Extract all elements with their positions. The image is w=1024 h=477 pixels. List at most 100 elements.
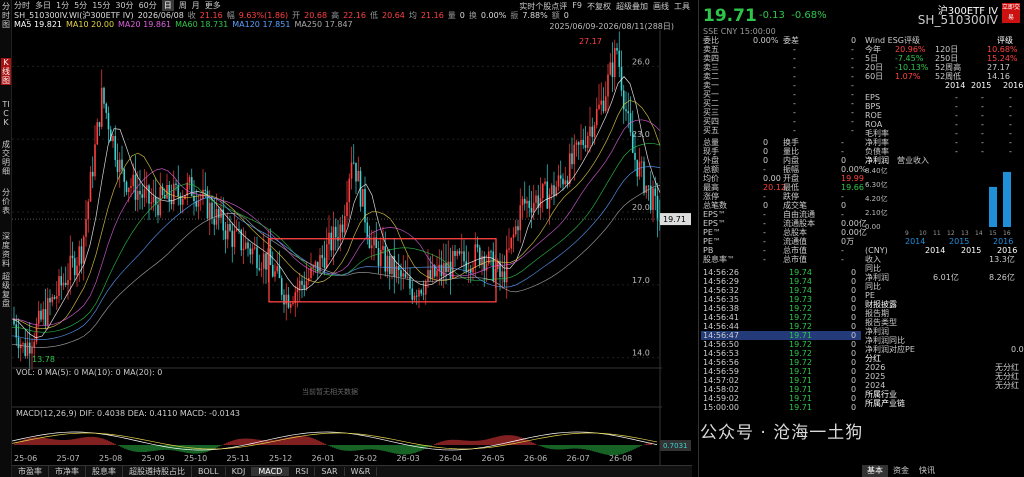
sidebar-item-1[interactable]: K线图: [1, 58, 11, 85]
quote-code: SH_510300IV: [917, 13, 998, 27]
cell: Wind ESG评级: [865, 36, 920, 45]
price-chart[interactable]: 26.023.020.017.014.027.1713.7819.71VOL: …: [12, 30, 695, 477]
candle-body: [64, 282, 67, 286]
info-low-label: 低: [369, 10, 378, 20]
right-tab-2[interactable]: 快讯: [914, 465, 940, 477]
indicator-tab-9[interactable]: W&R: [345, 467, 378, 476]
candle-body: [517, 226, 519, 231]
candle-body: [226, 224, 229, 240]
buy-row: 买一 - -: [701, 90, 861, 99]
cell: 最高: [703, 183, 719, 192]
cell: 15.24%: [987, 54, 1018, 63]
indicator-tab-0[interactable]: 市盈率: [12, 466, 49, 477]
report-row: 净利润: [863, 327, 1023, 336]
sidebar-item-3[interactable]: 成交明细: [1, 140, 11, 176]
right-panel: 19.71 -0.13 -0.68% SSE CNY 15:00:00 沪300…: [698, 0, 1024, 477]
candle-body: [557, 175, 560, 187]
candle-body: [105, 103, 108, 113]
sidebar-item-2[interactable]: TICK: [1, 100, 11, 127]
candle-body: [406, 276, 409, 278]
info-amt-label: 额: [551, 10, 560, 20]
cell: -: [793, 45, 796, 54]
more-row: 所属产业链: [863, 399, 1023, 408]
cell: (CNY): [865, 246, 888, 255]
cell: 所属产业链: [865, 399, 905, 408]
candle-body: [415, 295, 418, 297]
cell: 19.74: [789, 277, 812, 286]
right-tab-0[interactable]: 基本: [862, 465, 888, 477]
candle-body: [224, 230, 227, 240]
cell: 19.72: [789, 322, 812, 331]
sidebar-item-5[interactable]: 深度资料: [1, 232, 11, 268]
period-tab-10[interactable]: 更多: [205, 0, 221, 11]
period-tab-8[interactable]: 周: [179, 0, 187, 11]
cell: 收入: [865, 255, 881, 264]
indicator-tab-5[interactable]: KDJ: [226, 467, 253, 476]
candle-body: [382, 246, 384, 250]
quote-price: 19.71: [703, 6, 757, 26]
candle-body: [319, 254, 321, 272]
stat-row: 外盘 0 内盘 0: [701, 156, 861, 165]
candle-body: [535, 195, 537, 203]
stat-row: 最高 20.12 最低 19.66: [701, 183, 864, 192]
sidebar-item-4[interactable]: 分价表: [1, 188, 11, 215]
cell: -: [763, 255, 766, 264]
candle-body: [298, 280, 301, 289]
cell: ROE: [865, 111, 882, 120]
bar-tick: 0.00: [865, 223, 881, 231]
cell: 买四: [703, 117, 719, 126]
candle-body: [483, 256, 486, 271]
cell: 0: [851, 367, 857, 376]
cell: 振幅: [783, 165, 799, 174]
ma-label: MA60: [175, 20, 201, 29]
candle-body: [591, 126, 594, 137]
cell: 0: [763, 147, 769, 156]
period-tab-7[interactable]: 日: [161, 0, 174, 11]
cell: -: [793, 108, 796, 117]
trade-now-button[interactable]: 立即交易: [1002, 3, 1020, 23]
indicator-tab-4[interactable]: BOLL: [192, 467, 226, 476]
cell: 0: [851, 286, 857, 295]
cell: 19.72: [789, 340, 812, 349]
period-tab-6[interactable]: 60分: [139, 0, 157, 11]
cell: 同比: [865, 282, 881, 291]
candle-body: [532, 202, 535, 213]
profit-bar-chart: 8.40亿 6.30亿 4.20亿 2.10亿 0.00 9 10 11 12 13 14 15 16: [865, 166, 1011, 237]
cell: 换手: [783, 138, 799, 147]
cell: 19.72: [789, 349, 812, 358]
bar-years: 2014 2015 2016: [863, 237, 1023, 246]
candle-body: [647, 185, 650, 187]
candle-body: [94, 144, 96, 177]
info-close: 21.16: [199, 10, 223, 20]
indicator-tab-7[interactable]: RSI: [289, 467, 316, 476]
candle-body: [640, 161, 643, 163]
candle-body: [51, 296, 54, 303]
candle-body: [37, 310, 40, 324]
right-tab-1[interactable]: 资金: [888, 465, 914, 477]
cell: BPS: [865, 102, 881, 111]
bar-x: 14: [975, 230, 983, 235]
candle-body: [411, 288, 414, 300]
sidebar-item-0[interactable]: 分时图: [1, 2, 11, 29]
cell: -: [793, 99, 796, 108]
bar-x: 15: [989, 230, 997, 235]
indicator-tab-2[interactable]: 股息率: [86, 466, 123, 477]
indicator-tab-1[interactable]: 市净率: [49, 466, 86, 477]
cell: 0: [851, 313, 857, 322]
indicator-tab-6[interactable]: MACD: [252, 467, 290, 476]
cell: 报告期: [865, 309, 889, 318]
trading-terminal: 分时图 K线图 TICK 成交明细 分价表 深度资料 超级复盘 分时 多日 1分 5分 15分 30分…: [0, 0, 1024, 477]
tick-row: 14:56:35 19.73 0: [701, 295, 861, 304]
candle-body: [656, 195, 659, 221]
ma-legend-item: MA120 17.851: [232, 20, 290, 30]
indicator-tab-8[interactable]: SAR: [315, 467, 345, 476]
candle-body: [134, 174, 137, 200]
info-low: 20.64: [381, 10, 405, 20]
report-row: 净利润同比: [863, 336, 1023, 345]
indicator-tab-3[interactable]: 超股遴持股占比: [123, 466, 192, 477]
cell: -: [955, 138, 958, 147]
bar-x: 16: [1003, 230, 1011, 235]
sidebar-item-6[interactable]: 超级复盘: [1, 272, 11, 308]
cell: 14:56:53: [703, 349, 739, 358]
candle-body: [55, 295, 58, 299]
